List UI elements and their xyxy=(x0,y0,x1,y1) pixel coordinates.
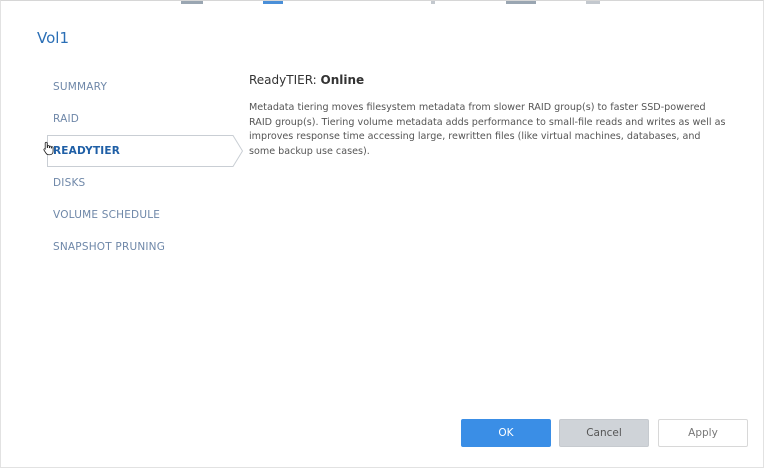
nav-item-readytier[interactable]: READYTIER xyxy=(37,135,243,167)
nav-item-summary[interactable]: SUMMARY xyxy=(37,71,217,103)
volume-nav: SUMMARY RAID READYTIER DISKS VOLUME SCHE… xyxy=(37,71,243,263)
nav-item-label: DISKS xyxy=(53,177,86,189)
strip-segment xyxy=(431,1,435,4)
hand-pointer-icon xyxy=(43,141,54,156)
strip-segment xyxy=(181,1,203,4)
nav-item-raid[interactable]: RAID xyxy=(37,103,217,135)
readytier-heading: ReadyTIER: Online xyxy=(249,73,729,87)
readytier-status: Online xyxy=(320,73,365,87)
nav-item-label: VOLUME SCHEDULE xyxy=(53,209,161,221)
nav-item-disks[interactable]: DISKS xyxy=(37,167,217,199)
dialog-title: Vol1 xyxy=(37,29,69,47)
strip-segment xyxy=(263,1,283,4)
strip-segment xyxy=(506,1,536,4)
nav-item-label: SUMMARY xyxy=(53,81,108,93)
readytier-panel: ReadyTIER: Online Metadata tiering moves… xyxy=(249,73,729,159)
nav-item-volume-schedule[interactable]: VOLUME SCHEDULE xyxy=(37,199,217,231)
background-toolbar-strip xyxy=(1,1,764,5)
cancel-button[interactable]: Cancel xyxy=(559,419,649,447)
nav-item-label: READYTIER xyxy=(53,145,121,157)
ok-button[interactable]: OK xyxy=(461,419,551,447)
readytier-heading-label: ReadyTIER: xyxy=(249,73,321,87)
nav-item-snapshot-pruning[interactable]: SNAPSHOT PRUNING xyxy=(37,231,217,263)
readytier-description: Metadata tiering moves filesystem metada… xyxy=(249,102,726,157)
strip-segment xyxy=(586,1,600,4)
nav-item-label: SNAPSHOT PRUNING xyxy=(53,241,166,253)
volume-dialog: Vol1 SUMMARY RAID READYTIER DISKS VOLUME… xyxy=(0,0,764,468)
nav-item-label: RAID xyxy=(53,113,80,125)
apply-button[interactable]: Apply xyxy=(658,419,748,447)
